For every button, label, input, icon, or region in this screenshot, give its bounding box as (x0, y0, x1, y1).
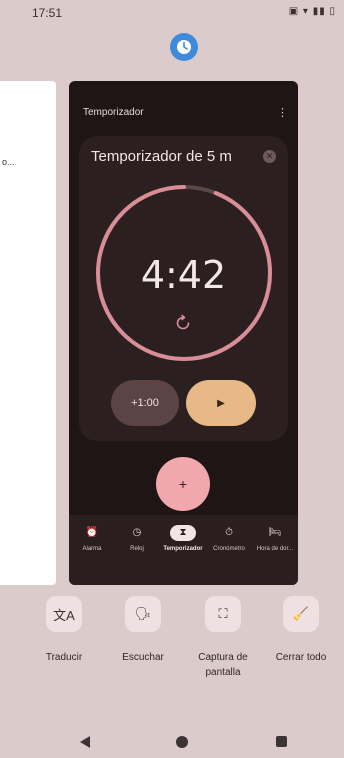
previous-app-snippet: o... (2, 157, 15, 167)
clear-all-icon[interactable]: 🧹 (283, 596, 319, 632)
recents-icon[interactable] (276, 736, 287, 747)
nav-item-alarma[interactable]: ⏰ Alarma (69, 525, 115, 552)
status-icons: ▣ ▾ ▮▮ ▯ (288, 6, 336, 17)
home-icon[interactable] (176, 736, 188, 748)
timer-remaining-time: 4:42 (140, 253, 227, 297)
bed-icon: 🛏 (268, 527, 282, 538)
add-one-minute-button[interactable]: +1:00 (111, 380, 179, 426)
previous-app-card[interactable]: o... (0, 81, 56, 585)
more-vert-icon[interactable]: ⋮ (277, 106, 288, 119)
clock-app-icon[interactable] (170, 33, 198, 61)
nav-item-hora-de-dormir[interactable]: 🛏 Hora de dor... (252, 525, 298, 552)
nav-item-reloj[interactable]: ◷ Reloj (114, 525, 160, 552)
reset-icon[interactable] (174, 314, 192, 332)
clock-icon: ◷ (132, 527, 142, 538)
action-label: Cerrar todo (275, 652, 327, 663)
screenshot-icon[interactable]: ⛶ (205, 596, 241, 632)
timer-title: Temporizador de 5 m (91, 148, 232, 165)
close-icon[interactable]: ✕ (263, 150, 276, 163)
nav-label: Cronómetro (213, 546, 245, 552)
nav-item-cronometro[interactable]: ⏱ Cronómetro (206, 525, 252, 552)
action-label: Traducir (45, 652, 83, 663)
status-time: 17:51 (32, 6, 63, 20)
translate-icon[interactable]: 文A (46, 596, 82, 632)
stopwatch-icon: ⏱ (225, 527, 233, 538)
listen-action[interactable]: 🗣 Escuchar (108, 596, 178, 665)
nav-label: Temporizador (163, 546, 203, 552)
alarm-icon: ⏰ (85, 527, 99, 538)
nav-label: Alarma (82, 546, 102, 552)
play-icon: ▶ (217, 397, 225, 409)
action-label: Escuchar (122, 652, 164, 663)
add-timer-button[interactable]: + (156, 457, 210, 511)
clear-all-action[interactable]: 🧹 Cerrar todo (266, 596, 336, 665)
translate-action[interactable]: 文A Traducir (29, 596, 99, 665)
play-button[interactable]: ▶ (186, 380, 256, 426)
screenshot-action[interactable]: ⛶ Captura de pantalla (188, 596, 258, 680)
nav-label: Hora de dor... (256, 546, 294, 552)
system-navigation-bar (0, 732, 344, 758)
clock-hands-icon (177, 40, 191, 54)
app-title: Temporizador (83, 107, 144, 118)
back-icon[interactable] (78, 735, 92, 749)
nav-item-temporizador[interactable]: ⧗ Temporizador (160, 525, 206, 552)
hourglass-icon: ⧗ (170, 525, 196, 541)
listen-icon[interactable]: 🗣 (125, 596, 161, 632)
status-bar: 17:51 ▣ ▾ ▮▮ ▯ (0, 0, 344, 24)
action-label: Captura de pantalla (198, 652, 248, 678)
clock-app-card[interactable]: Temporizador ⋮ Temporizador de 5 m ✕ 4:4… (69, 81, 298, 585)
nav-label: Reloj (130, 546, 144, 552)
timer-panel: Temporizador de 5 m ✕ 4:42 +1:00 ▶ (79, 136, 288, 441)
bottom-navigation: ⏰ Alarma ◷ Reloj ⧗ Temporizador ⏱ Cronóm… (69, 515, 298, 585)
